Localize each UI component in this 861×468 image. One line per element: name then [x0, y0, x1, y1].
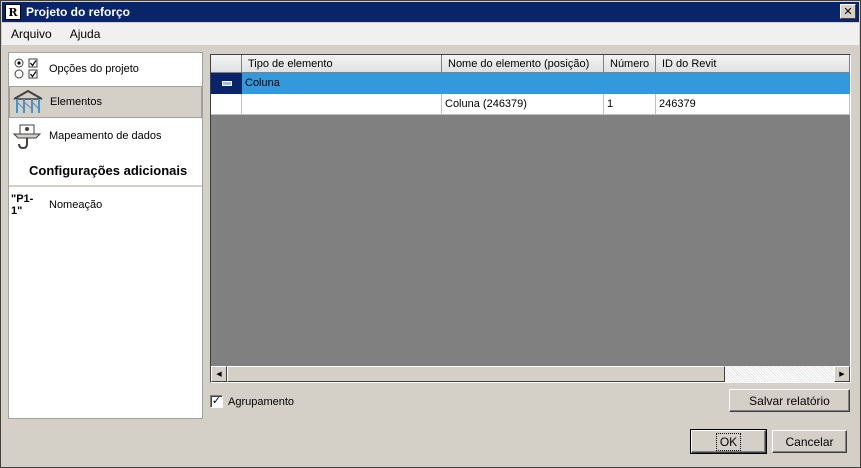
grouping-checkbox[interactable]: ✓: [210, 395, 223, 408]
row-header-cell[interactable]: [211, 94, 242, 115]
data-mapping-icon: [11, 122, 43, 150]
save-report-label: Salvar relatório: [749, 393, 830, 408]
dialog-window: R Projeto do reforço ✕ Arquivo Ajuda Opç…: [0, 0, 861, 468]
scroll-track[interactable]: [227, 366, 834, 382]
table-row[interactable]: Coluna (246379) 1 246379: [211, 94, 850, 115]
nav-item-naming[interactable]: "P1-1" Nomeação: [9, 189, 202, 221]
column-header-number[interactable]: Número: [604, 55, 656, 73]
elements-grid: Tipo de elemento Nome do elemento (posiç…: [210, 54, 851, 383]
nav-label: Elementos: [50, 96, 102, 108]
grid-header: Tipo de elemento Nome do elemento (posiç…: [211, 55, 850, 73]
column-header-revit-id[interactable]: ID do Revit: [656, 55, 850, 73]
ok-button[interactable]: OK: [690, 429, 767, 454]
window-title: Projeto do reforço: [26, 5, 131, 19]
menu-ajuda[interactable]: Ajuda: [61, 27, 110, 41]
naming-tag-icon: "P1-1": [11, 193, 34, 217]
cell-name[interactable]: Coluna (246379): [442, 94, 604, 115]
cancel-button[interactable]: Cancelar: [772, 430, 847, 453]
nav-item-elements[interactable]: Elementos: [9, 86, 202, 118]
grouping-label[interactable]: Agrupamento: [228, 396, 294, 408]
row-header-column: [211, 55, 242, 73]
cell-type[interactable]: [242, 94, 442, 115]
scroll-thumb[interactable]: [227, 366, 725, 382]
scroll-left-button[interactable]: ◀: [211, 366, 227, 382]
structural-frame-icon: [12, 88, 44, 116]
radio-checkbox-options-icon: [11, 55, 43, 83]
nav-label: Nomeação: [49, 199, 103, 211]
cancel-label: Cancelar: [785, 434, 834, 449]
close-button[interactable]: ✕: [840, 4, 856, 19]
group-row-label: Coluna: [242, 73, 850, 94]
nav-item-project-options[interactable]: Opções do projeto: [9, 53, 202, 85]
app-icon: R: [5, 4, 21, 20]
column-header-type[interactable]: Tipo de elemento: [242, 55, 442, 73]
nav-divider: [9, 185, 202, 187]
collapse-group-icon[interactable]: [211, 73, 242, 94]
cell-number[interactable]: 1: [604, 94, 656, 115]
ok-label: OK: [715, 432, 742, 451]
nav-label: Mapeamento de dados: [49, 130, 162, 142]
group-row[interactable]: Coluna: [211, 73, 850, 94]
menu-bar: Arquivo Ajuda: [2, 23, 859, 45]
navigation-panel: Opções do projeto Elementos Mapeamento d…: [8, 52, 203, 419]
menu-arquivo[interactable]: Arquivo: [2, 27, 61, 41]
grouping-option[interactable]: ✓ Agrupamento: [210, 395, 294, 408]
nav-item-data-mapping[interactable]: Mapeamento de dados: [9, 120, 202, 152]
horizontal-scrollbar[interactable]: ◀ ▶: [211, 366, 850, 382]
additional-settings-heading: Configurações adicionais: [29, 163, 188, 178]
column-header-name[interactable]: Nome do elemento (posição): [442, 55, 604, 73]
title-bar[interactable]: R Projeto do reforço ✕: [2, 2, 859, 22]
scroll-right-button[interactable]: ▶: [834, 366, 850, 382]
nav-label: Opções do projeto: [49, 63, 139, 75]
cell-revit-id[interactable]: 246379: [656, 94, 850, 115]
save-report-button[interactable]: Salvar relatório: [729, 389, 850, 412]
